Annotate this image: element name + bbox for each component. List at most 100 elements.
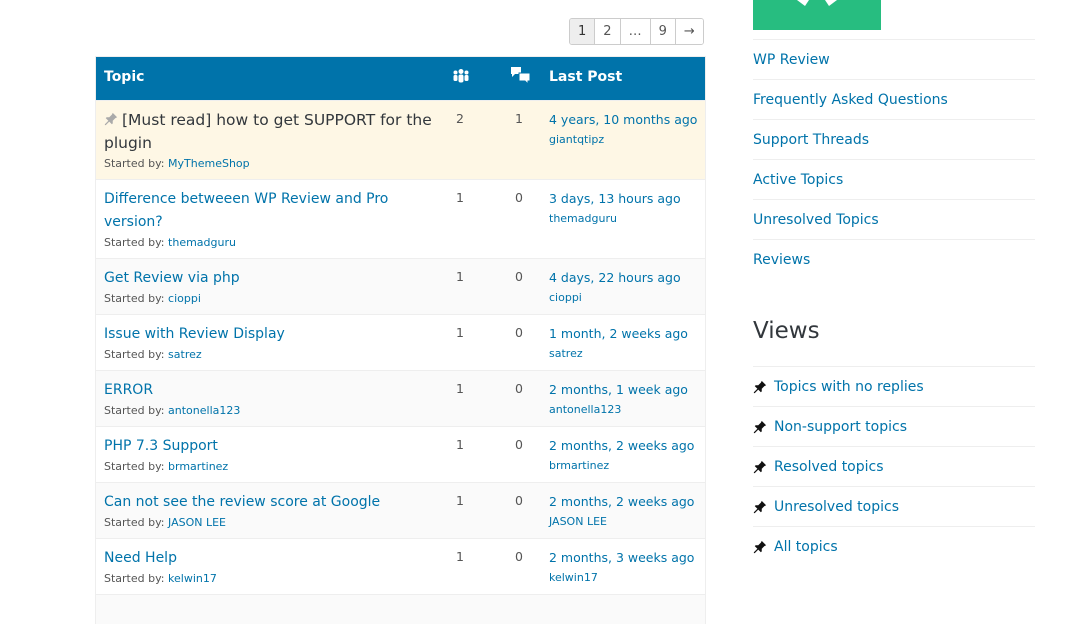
started-by-label: Started by: [104,516,165,529]
last-post-time-link[interactable]: 3 days, 13 hours ago [549,191,681,206]
table-row: ERROR Started by: antonella123 1 0 2 months,… [96,370,705,426]
voice-count: 1 [456,269,464,284]
table-row: [Must read] how to get SUPPORT for the p… [96,100,705,179]
last-post-user-link[interactable]: giantqtipz [549,131,697,149]
views-list: Topics with no replies Non-support topic… [753,366,1035,566]
topic-title: Difference betweeen WP Review and Pro ve… [104,191,389,230]
topic-title-link[interactable]: Difference betweeen WP Review and Pro ve… [104,180,434,234]
started-by-label: Started by: [104,236,165,249]
started-by-label: Started by: [104,157,165,170]
topic-author-link[interactable]: antonella123 [168,404,240,417]
table-header: Topic Last Post [96,57,705,100]
last-post-time-link[interactable]: 2 months, 1 week ago [549,382,688,397]
view-link-non-support[interactable]: Non-support topics [774,407,907,447]
last-post-time-link[interactable]: 4 days, 22 hours ago [549,270,681,285]
view-link-unresolved[interactable]: Unresolved topics [774,487,899,527]
sidebar-link-active-topics[interactable]: Active Topics [753,159,1035,199]
reply-count: 0 [515,269,523,284]
page-2-link[interactable]: 2 [594,19,620,44]
pin-icon [753,460,767,473]
topic-author-link[interactable]: themadguru [168,236,236,249]
last-post-user-link[interactable]: cioppi [549,289,681,307]
topic-title: [Must read] how to get SUPPORT for the p… [104,111,432,152]
view-item: Resolved topics [753,446,1035,486]
last-post-user-link[interactable]: antonella123 [549,401,688,419]
last-post-user-link[interactable]: JASON LEE [549,513,694,531]
last-post: 3 days, 13 hours ago themadguru [549,190,681,228]
sticky-pin-icon [104,112,118,126]
topic-title-link[interactable]: Can not see the review score at Google [104,483,434,514]
last-post-user-link[interactable]: brmartinez [549,457,694,475]
sidebar-link-faq[interactable]: Frequently Asked Questions [753,79,1035,119]
reply-count: 0 [515,549,523,564]
reply-count: 0 [515,190,523,205]
last-post: 2 months, 2 weeks ago JASON LEE [549,493,694,531]
last-post: 1 month, 2 weeks ago satrez [549,325,688,363]
started-by: Started by: MyThemeShop [104,155,705,179]
topic-title-link[interactable]: PHP 7.3 Support [104,427,434,458]
last-post-user-link[interactable]: satrez [549,345,688,363]
voice-count: 1 [456,437,464,452]
pagination: 1 2 … 9 → [569,18,704,45]
pin-icon [753,540,767,553]
sidebar-link-reviews[interactable]: Reviews [753,239,1035,279]
topic-title-link[interactable]: Need Help [104,539,434,570]
last-post: 4 years, 10 months ago giantqtipz [549,111,697,149]
view-link-resolved[interactable]: Resolved topics [774,447,884,487]
last-post-user-link[interactable]: kelwin17 [549,569,694,587]
last-post: 2 months, 2 weeks ago brmartinez [549,437,694,475]
voice-count: 1 [456,325,464,340]
pin-icon [753,420,767,433]
topic-title-link[interactable]: Issue with Review Display [104,315,434,346]
plugin-banner[interactable] [753,0,881,30]
started-by: Started by: themadguru [104,234,705,258]
sidebar-link-wp-review[interactable]: WP Review [753,39,1035,79]
topic-title-link[interactable]: ERROR [104,371,434,402]
started-by-label: Started by: [104,348,165,361]
topic-author-link[interactable]: MyThemeShop [168,157,250,170]
view-item: Non-support topics [753,406,1035,446]
topic-author-link[interactable]: kelwin17 [168,572,217,585]
last-post-user-link[interactable]: themadguru [549,210,681,228]
table-row: Difference betweeen WP Review and Pro ve… [96,179,705,258]
pin-icon [753,380,767,393]
topic-author-link[interactable]: brmartinez [168,460,228,473]
view-item: Unresolved topics [753,486,1035,526]
last-post-time-link[interactable]: 1 month, 2 weeks ago [549,326,688,341]
topic-title: ERROR [104,382,154,398]
topic-author-link[interactable]: satrez [168,348,202,361]
replies-icon [510,66,532,90]
started-by-label: Started by: [104,404,165,417]
sidebar-links: WP Review Frequently Asked Questions Sup… [753,39,1035,279]
view-link-no-replies[interactable]: Topics with no replies [774,367,924,407]
last-post: 4 days, 22 hours ago cioppi [549,269,681,307]
started-by-label: Started by: [104,460,165,473]
last-post-time-link[interactable]: 2 months, 2 weeks ago [549,438,694,453]
topic-title: Issue with Review Display [104,326,285,342]
table-row-partial [96,594,705,624]
header-topic: Topic [104,69,145,85]
page-1-current[interactable]: 1 [570,19,595,44]
topics-table: Topic Last Post [Must read] how to get S… [95,56,706,624]
last-post-time-link[interactable]: 2 months, 2 weeks ago [549,494,694,509]
sidebar-link-support-threads[interactable]: Support Threads [753,119,1035,159]
last-post-time-link[interactable]: 2 months, 3 weeks ago [549,550,694,565]
voice-count: 1 [456,549,464,564]
started-by-label: Started by: [104,572,165,585]
topic-author-link[interactable]: cioppi [168,292,201,305]
topic-title: Can not see the review score at Google [104,494,381,510]
views-heading: Views [753,318,820,344]
reply-count: 0 [515,437,523,452]
view-link-all-topics[interactable]: All topics [774,527,838,567]
topic-title: PHP 7.3 Support [104,438,218,454]
last-post-time-link[interactable]: 4 years, 10 months ago [549,112,697,127]
page-9-link[interactable]: 9 [649,19,675,44]
sidebar-link-unresolved-topics[interactable]: Unresolved Topics [753,199,1035,239]
page-ellipsis: … [619,19,650,44]
reply-count: 0 [515,381,523,396]
topic-author-link[interactable]: JASON LEE [168,516,226,529]
next-page-link[interactable]: → [674,19,703,44]
topic-title-link[interactable]: [Must read] how to get SUPPORT for the p… [104,101,434,155]
started-by-label: Started by: [104,292,165,305]
topic-title-link[interactable]: Get Review via php [104,259,434,290]
